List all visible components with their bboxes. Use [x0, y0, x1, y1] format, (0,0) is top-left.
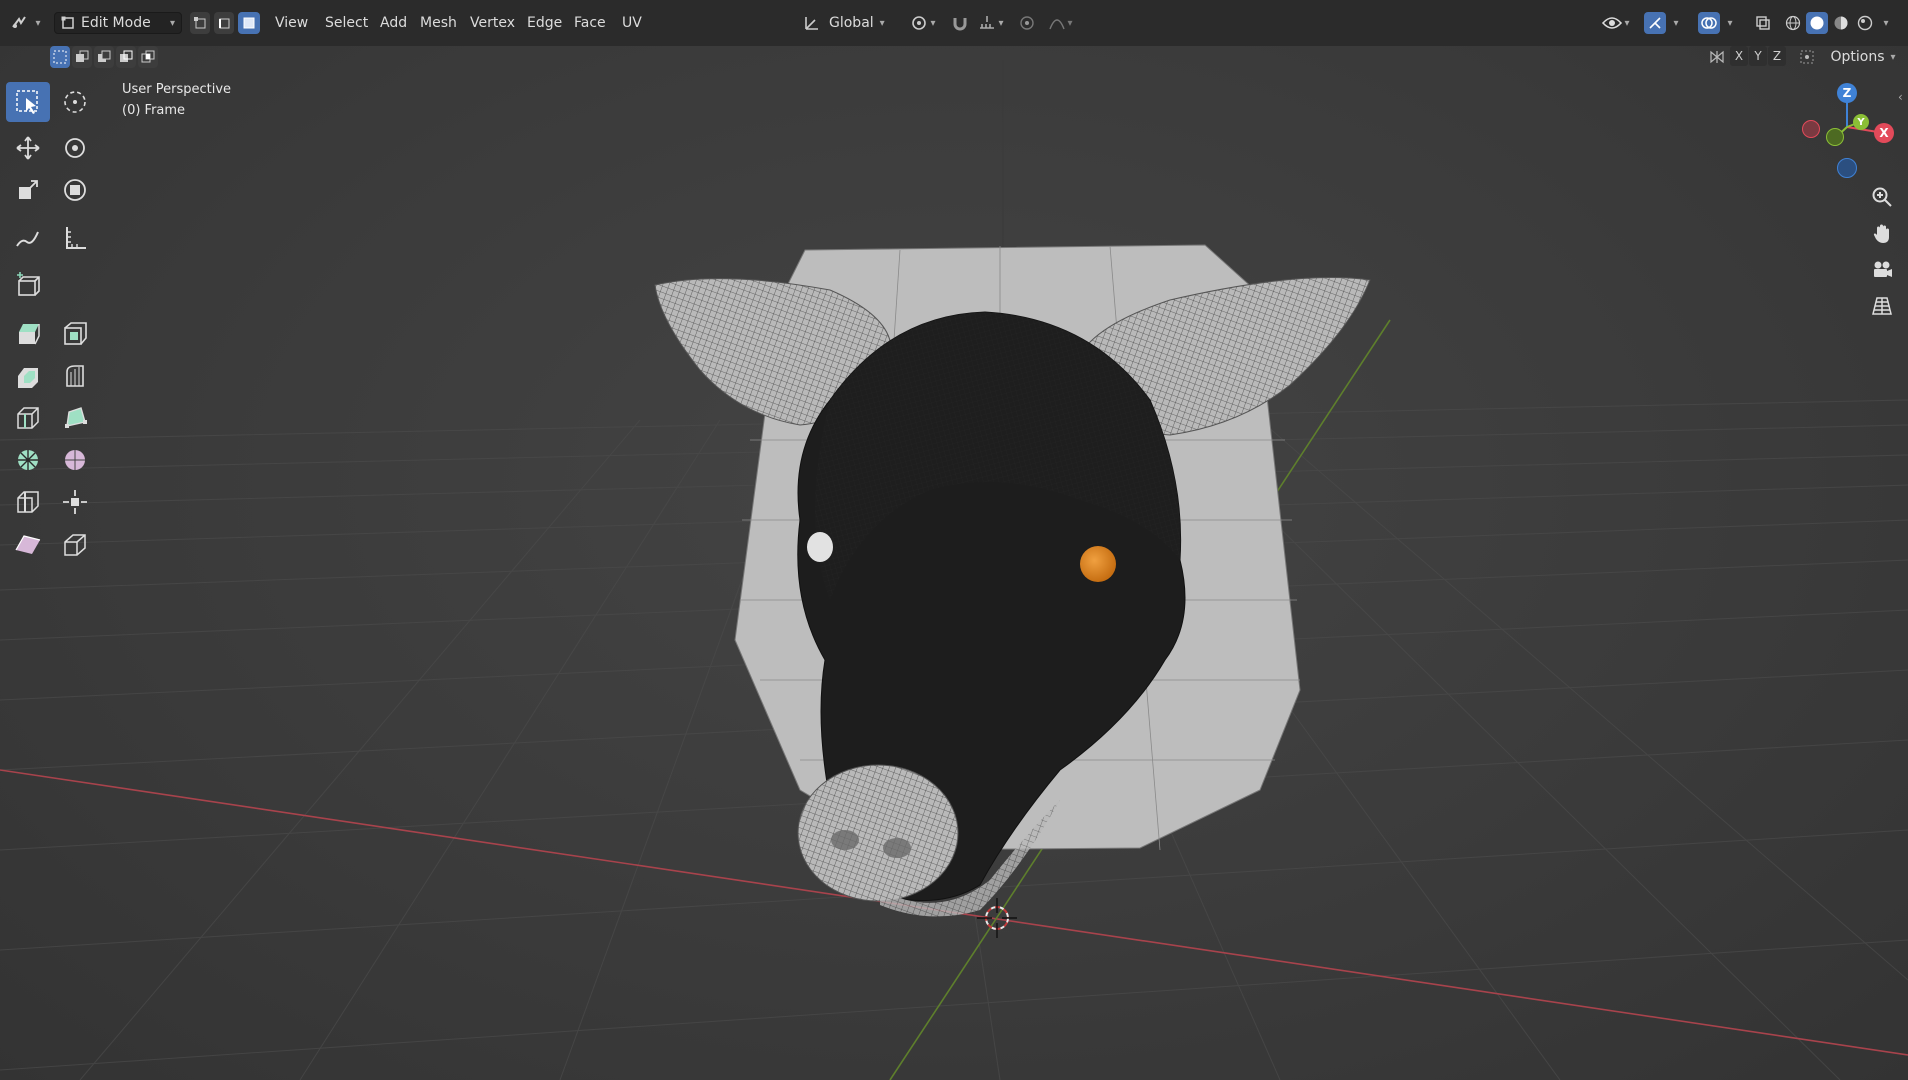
right-eye-selected — [1080, 546, 1116, 582]
spin-tool[interactable] — [6, 440, 50, 480]
gizmo-x-positive[interactable]: X — [1874, 123, 1894, 143]
bevel-tool[interactable] — [53, 356, 97, 396]
measure-tool[interactable] — [53, 218, 97, 258]
zoom-icon — [1871, 186, 1893, 208]
toggle-perspective-button[interactable] — [1866, 290, 1898, 322]
blender-window: ▾ Edit Mode ▾ View Select Add Mesh Verte… — [0, 0, 1908, 1080]
move-tool[interactable] — [6, 128, 50, 168]
rip-region-icon — [61, 530, 89, 558]
bevel-icon — [61, 362, 89, 390]
loop-cut-tool[interactable] — [6, 398, 50, 438]
rotate-icon — [61, 134, 89, 162]
zoom-button[interactable] — [1866, 181, 1898, 213]
extrude-manifold-icon — [61, 320, 89, 348]
shrink-fatten-icon — [61, 488, 89, 516]
edge-slide-icon — [14, 488, 42, 516]
edge-slide-tool[interactable] — [6, 482, 50, 522]
snout-mesh — [797, 764, 959, 902]
transform-icon — [61, 176, 89, 204]
select-box-icon — [14, 88, 42, 116]
add-cube-icon — [14, 272, 42, 300]
rip-region-tool[interactable] — [53, 524, 97, 564]
transform-tool[interactable] — [53, 170, 97, 210]
annotate-icon — [14, 224, 42, 252]
move-icon — [14, 134, 42, 162]
shear-tool[interactable] — [6, 524, 50, 564]
smooth-vertices-tool[interactable] — [53, 440, 97, 480]
inset-faces-tool[interactable] — [6, 356, 50, 396]
loop-cut-icon — [14, 404, 42, 432]
shrink-fatten-tool[interactable] — [53, 482, 97, 522]
rotate-tool[interactable] — [53, 128, 97, 168]
extrude-region-icon — [14, 320, 42, 348]
gizmo-y-negative[interactable] — [1826, 128, 1844, 146]
viewport-scene[interactable] — [0, 0, 1908, 1080]
extrude-manifold-tool[interactable] — [53, 314, 97, 354]
select-box-tool[interactable] — [6, 82, 50, 122]
add-cube-tool[interactable] — [6, 266, 50, 306]
cursor-icon — [61, 88, 89, 116]
navigation-gizmo[interactable]: Z Y X — [1792, 80, 1908, 190]
right-nostril — [883, 838, 911, 858]
camera-view-button[interactable] — [1866, 254, 1898, 286]
grid-perspective-icon — [1871, 295, 1893, 317]
gizmo-z-negative[interactable] — [1837, 158, 1857, 178]
gizmo-z-positive[interactable]: Z — [1837, 83, 1857, 103]
frame-label: (0) Frame — [122, 103, 186, 118]
annotate-tool[interactable] — [6, 218, 50, 258]
spin-icon — [14, 446, 42, 474]
smooth-vertices-icon — [61, 446, 89, 474]
poly-build-tool[interactable] — [53, 398, 97, 438]
poly-build-icon — [61, 404, 89, 432]
camera-icon — [1871, 259, 1893, 281]
hand-icon — [1871, 223, 1893, 245]
view-perspective-label: User Perspective — [122, 82, 232, 97]
measure-icon — [61, 224, 89, 252]
scale-icon — [14, 176, 42, 204]
left-eye — [807, 532, 833, 562]
gizmo-y-positive[interactable]: Y — [1853, 114, 1869, 130]
pan-button[interactable] — [1866, 218, 1898, 250]
cursor-tool[interactable] — [53, 82, 97, 122]
shear-icon — [14, 530, 42, 558]
extrude-region-tool[interactable] — [6, 314, 50, 354]
inset-faces-icon — [14, 362, 42, 390]
sidebar-toggle-arrow[interactable]: ‹ — [1898, 90, 1903, 104]
left-nostril — [831, 830, 859, 850]
scale-tool[interactable] — [6, 170, 50, 210]
gizmo-x-negative[interactable] — [1802, 120, 1820, 138]
